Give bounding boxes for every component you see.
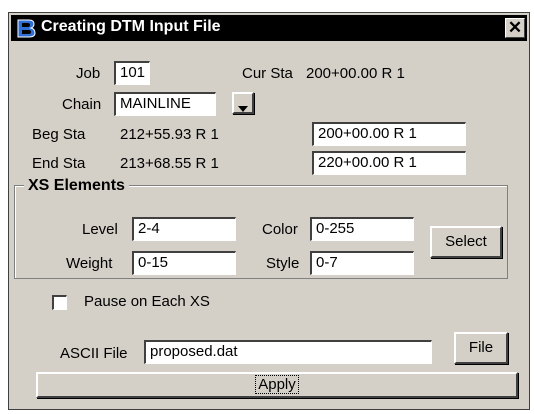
color-field[interactable]: 0-255 (310, 217, 414, 241)
apply-button[interactable]: Apply (36, 372, 518, 398)
level-field[interactable]: 2-4 (132, 217, 236, 241)
xs-elements-title: XS Elements (24, 176, 129, 196)
window-title: Creating DTM Input File (41, 18, 221, 35)
ascii-file-label: ASCII File (60, 345, 128, 362)
chevron-down-icon (238, 100, 248, 117)
apply-label: Apply (255, 375, 299, 394)
beg-sta-label: Beg Sta (32, 126, 86, 143)
end-sta-value: 213+68.55 R 1 (120, 155, 219, 172)
chain-label: Chain (62, 96, 102, 113)
level-label: Level (82, 221, 118, 238)
end-sta-label: End Sta (32, 155, 86, 172)
close-icon: ✕ (507, 18, 523, 37)
chain-dropdown-button[interactable] (232, 92, 254, 114)
job-field[interactable]: 101 (114, 61, 150, 85)
job-label: Job (76, 65, 101, 82)
end-sta-field[interactable]: 220+00.00 R 1 (312, 151, 466, 175)
beg-sta-field[interactable]: 200+00.00 R 1 (312, 122, 466, 146)
cur-sta-value: 200+00.00 R 1 (306, 65, 405, 82)
weight-field[interactable]: 0-15 (132, 251, 236, 275)
style-field[interactable]: 0-7 (310, 251, 414, 275)
chain-select[interactable]: MAINLINE (114, 92, 216, 116)
select-button[interactable]: Select (430, 226, 502, 258)
beg-sta-value: 212+55.93 R 1 (120, 126, 219, 143)
pause-checkbox[interactable] (52, 295, 67, 310)
color-label: Color (262, 221, 298, 238)
title-bar[interactable]: Creating DTM Input File ✕ (11, 15, 527, 41)
ascii-file-field[interactable]: proposed.dat (144, 340, 432, 364)
close-button[interactable]: ✕ (505, 18, 525, 38)
cur-sta-label: Cur Sta (242, 65, 293, 82)
style-label: Style (266, 255, 300, 272)
weight-label: Weight (66, 255, 113, 272)
file-button[interactable]: File (454, 332, 508, 364)
bentley-b-icon (15, 17, 37, 39)
pause-label: Pause on Each XS (84, 293, 210, 310)
